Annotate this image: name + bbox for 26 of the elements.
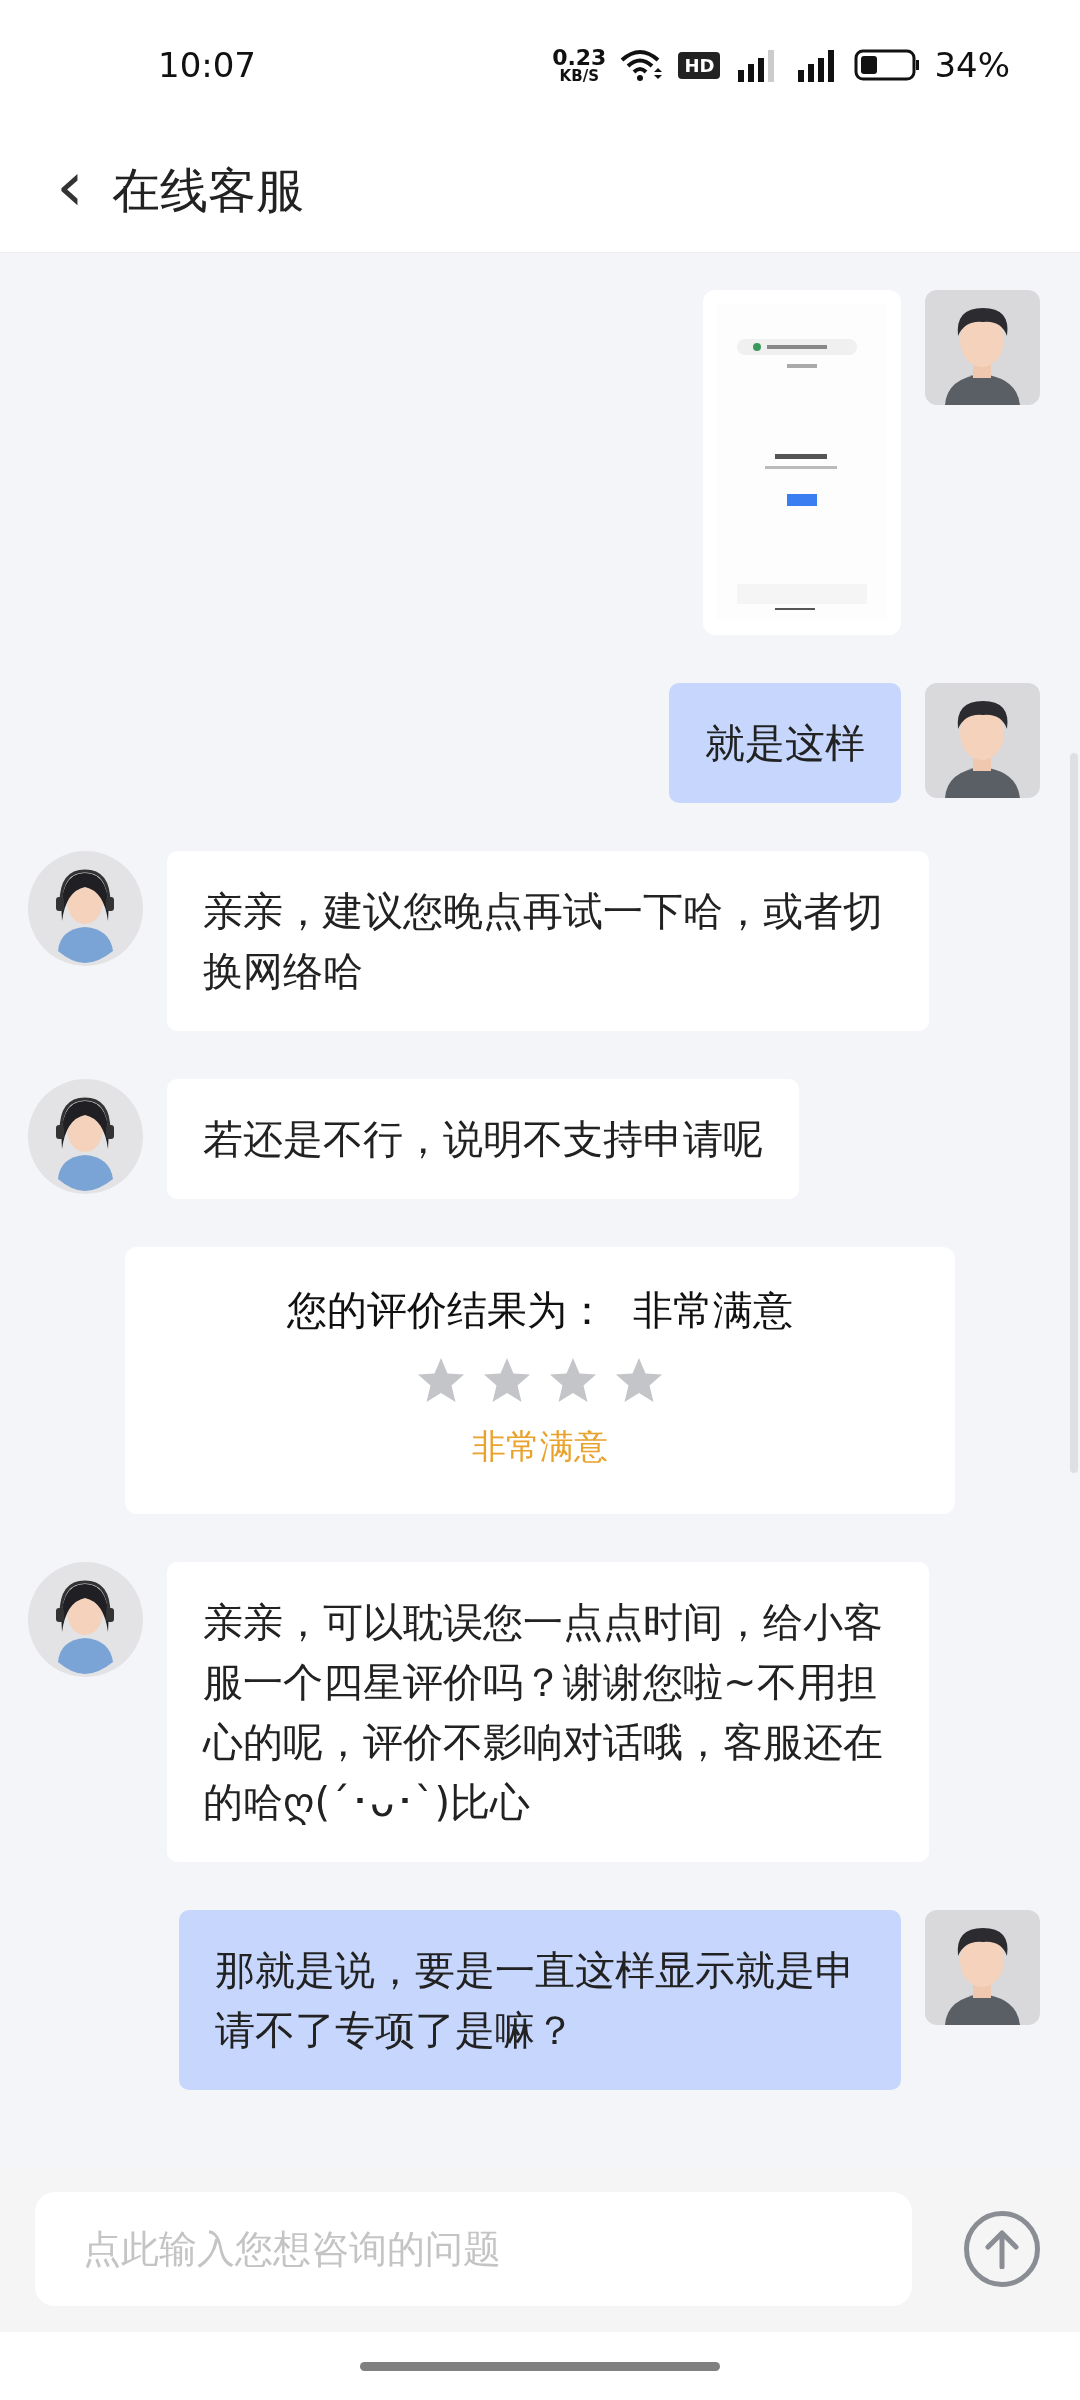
rating-result: 您的评价结果为： 非常满意: [287, 1286, 793, 1335]
wifi-icon: [620, 48, 665, 82]
agent-avatar-icon: [28, 1079, 143, 1194]
agent-avatar-icon: [28, 1562, 143, 1677]
status-time: 10:07: [158, 45, 257, 85]
user-avatar-icon: [925, 683, 1040, 798]
network-speed: 0.23: [552, 46, 607, 69]
battery-percent: 34%: [934, 45, 1010, 85]
user-message: 那就是说，要是一直这样显示就是申请不了专项了是嘛？: [179, 1910, 901, 2090]
send-button[interactable]: [964, 2211, 1040, 2287]
battery-icon: [854, 49, 921, 81]
agent-message: 亲亲，建议您晚点再试一下哈，或者切换网络哈: [167, 851, 929, 1031]
user-message: 就是这样: [669, 683, 901, 803]
hd-badge: HD: [678, 51, 721, 79]
user-avatar-icon: [925, 1910, 1040, 2025]
agent-avatar-icon: [28, 851, 143, 966]
agent-message: 若还是不行，说明不支持申请呢: [167, 1079, 799, 1199]
user-avatar-icon: [925, 290, 1040, 405]
agent-message: 亲亲，可以耽误您一点点时间，给小客服一个四星评价吗？谢谢您啦~不用担心的呢，评价不影响对话哦，客服还在的哈ღ(´･ᴗ･`)比心: [167, 1562, 929, 1862]
rating-caption: 非常满意: [472, 1425, 608, 1468]
back-button[interactable]: ‹: [56, 151, 84, 221]
home-indicator[interactable]: [360, 2361, 720, 2371]
network-speed-unit: KB/S: [559, 68, 599, 84]
arrow-up-icon: [984, 2229, 1020, 2269]
page-title: 在线客服: [112, 161, 304, 220]
question-input-field[interactable]: 点此输入您想咨询的问题: [35, 2192, 912, 2306]
